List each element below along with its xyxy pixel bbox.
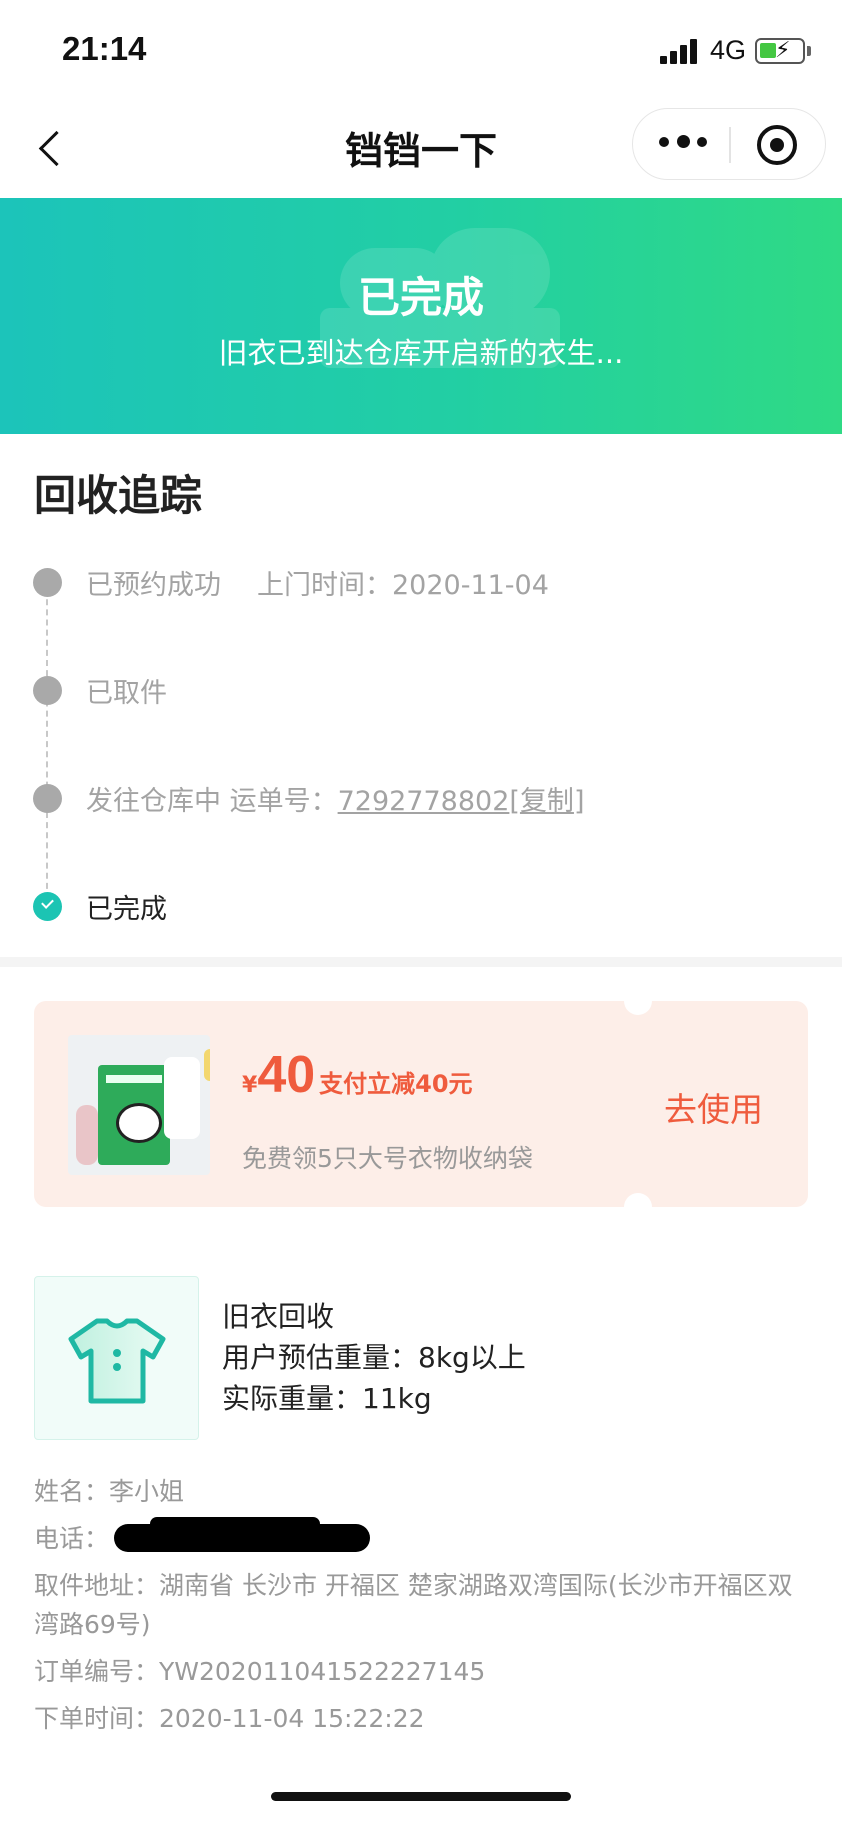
- timeline-step: 已预约成功 上门时间：2020-11-04: [30, 565, 820, 605]
- actual-weight: 实际重量：11kg: [222, 1382, 432, 1415]
- estimated-weight: 用户预估重量：8kg以上: [222, 1341, 526, 1374]
- step-dot-icon: [33, 568, 62, 597]
- step-label: 已预约成功: [86, 570, 221, 601]
- phone-label: 电话：: [34, 1524, 110, 1553]
- nav-bar: 铛铛一下: [0, 100, 842, 198]
- product-image: [34, 1276, 199, 1440]
- banner-title: 已完成: [357, 273, 484, 322]
- signal-icon: [660, 38, 702, 64]
- currency-symbol: ¥: [242, 1073, 258, 1098]
- step-dot-icon: [33, 676, 62, 705]
- step-label: 已完成: [86, 894, 167, 925]
- timeline-step: 已完成: [30, 889, 820, 929]
- battery-icon: ⚡: [755, 38, 805, 64]
- status-bar: 21:14 4G ⚡: [0, 0, 842, 100]
- timeline-line: [46, 579, 48, 899]
- coupon-amount: ¥40 支付立减40元: [242, 1045, 473, 1105]
- tshirt-icon: [68, 1318, 166, 1404]
- step-label: 已取件: [86, 678, 167, 709]
- tracking-timeline: 已预约成功 上门时间：2020-11-04 已取件 发往仓库中 运单号：72927…: [30, 555, 820, 925]
- product-info: 旧衣回收 用户预估重量：8kg以上 实际重量：11kg: [222, 1296, 526, 1419]
- copy-waybill-link[interactable]: 复制: [520, 786, 574, 817]
- section-divider: [0, 957, 842, 967]
- mini-program-capsule: [632, 108, 826, 180]
- coupon-card[interactable]: ¥40 支付立减40元 免费领5只大号衣物收纳袋 去使用: [34, 1001, 808, 1207]
- tracking-title: 回收追踪: [34, 471, 203, 520]
- timeline-step: 已取件: [30, 673, 820, 713]
- check-icon: [33, 892, 62, 921]
- order-details: 姓名：李小姐 电话： 取件地址：湖南省 长沙市 开福区 楚家湖路双湾国际(长沙市…: [34, 1472, 814, 1746]
- coupon-product-image: [68, 1035, 210, 1175]
- timeline-step: 发往仓库中 运单号：7292778802[复制]: [30, 781, 820, 821]
- status-banner: 已完成 旧衣已到达仓库开启新的衣生...: [0, 198, 842, 434]
- status-time: 21:14: [62, 30, 147, 67]
- pickup-address: 取件地址：湖南省 长沙市 开福区 楚家湖路双湾国际(长沙市开福区双湾路69号): [34, 1571, 793, 1639]
- waybill-number-link[interactable]: 7292778802: [338, 786, 510, 817]
- banner-subtitle: 旧衣已到达仓库开启新的衣生...: [218, 336, 624, 370]
- customer-name: 姓名：李小姐: [34, 1477, 185, 1506]
- battery-tip: [807, 46, 811, 56]
- coupon-desc: 支付立减40元: [319, 1070, 473, 1098]
- step-label: 发往仓库中: [86, 786, 221, 817]
- use-coupon-button[interactable]: 去使用: [664, 1083, 763, 1131]
- step-dot-icon: [33, 784, 62, 813]
- capsule-divider: [729, 127, 731, 163]
- close-target-icon[interactable]: [757, 125, 797, 165]
- order-time: 下单时间：2020-11-04 15:22:22: [34, 1704, 425, 1733]
- coupon-value: 40: [257, 1046, 316, 1104]
- coupon-subtitle: 免费领5只大号衣物收纳袋: [242, 1144, 533, 1173]
- order-number: 订单编号：YW202011041522227145: [34, 1657, 486, 1686]
- network-type: 4G: [710, 35, 747, 65]
- product-name: 旧衣回收: [222, 1300, 335, 1333]
- more-icon[interactable]: [659, 135, 709, 152]
- visit-time: 上门时间：2020-11-04: [257, 570, 549, 601]
- waybill-label: 运单号：: [229, 786, 338, 817]
- phone-redaction: [150, 1517, 320, 1531]
- home-indicator[interactable]: [271, 1792, 571, 1801]
